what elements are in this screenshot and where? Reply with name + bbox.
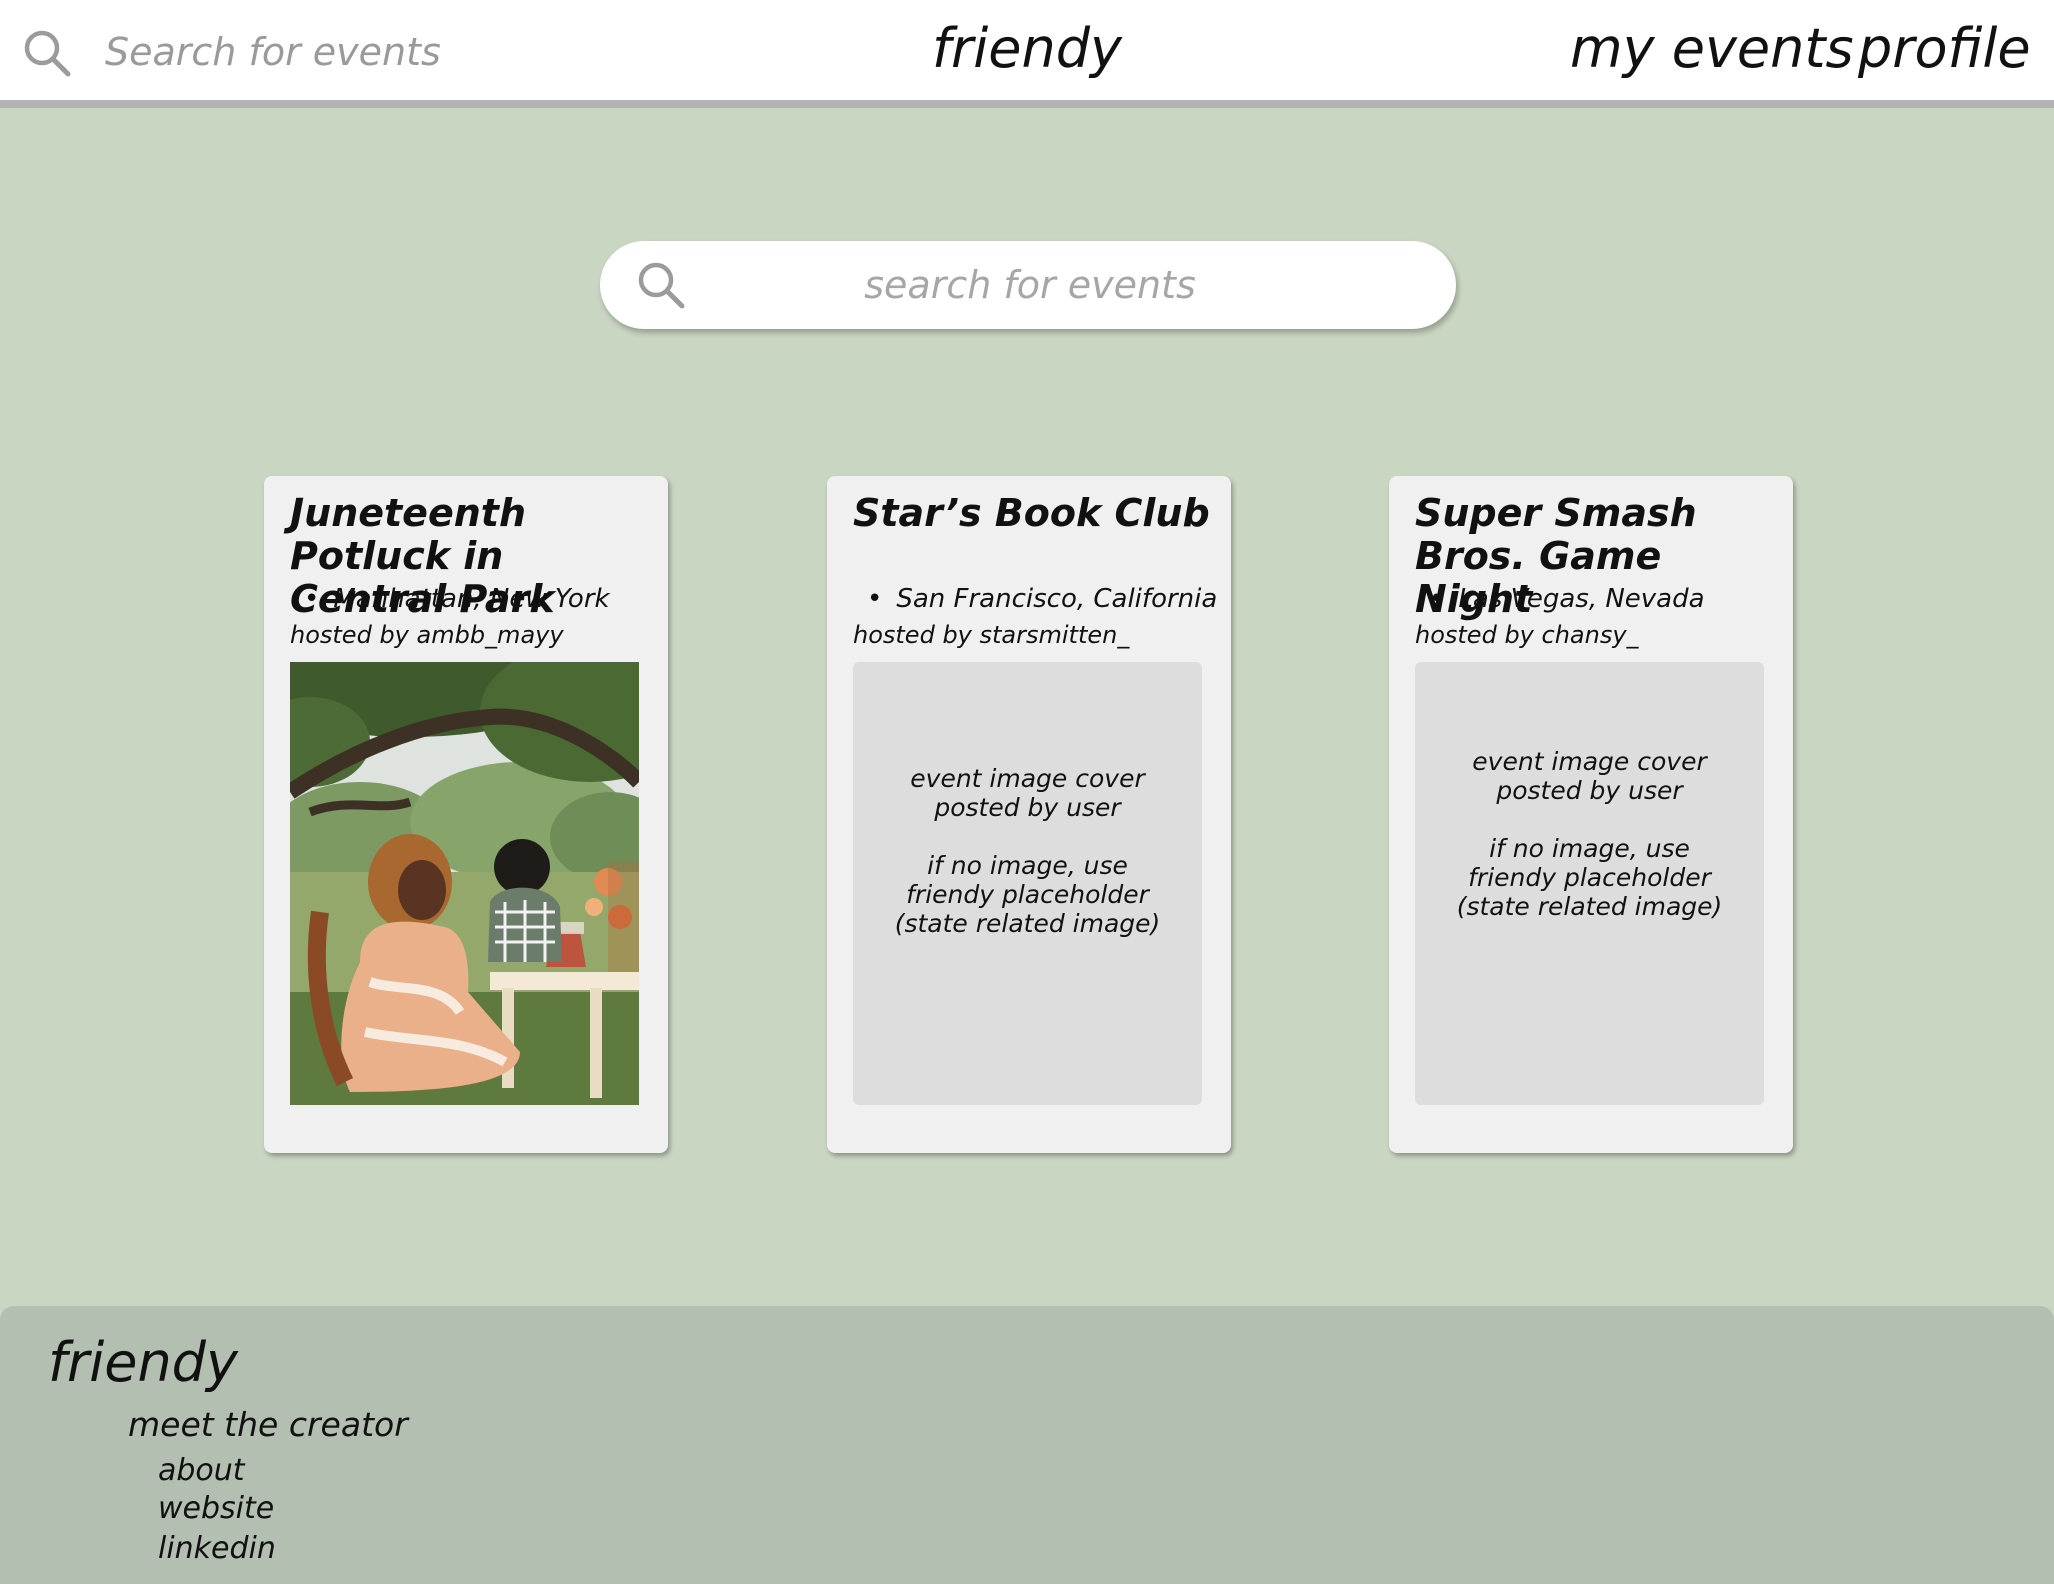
footer-link-website[interactable]: website — [158, 1490, 274, 1528]
top-nav-bar: friendy my events profile — [0, 0, 2054, 108]
event-cover-placeholder: event image cover posted by user if no i… — [853, 662, 1202, 1105]
event-location: • Las Vegas, Nevada — [1429, 582, 1789, 616]
bullet-icon: • — [867, 584, 883, 614]
bullet-icon: • — [304, 584, 320, 614]
footer: friendy meet the creator about website l… — [0, 1306, 2054, 1584]
event-location-text: Manhattan, New York — [333, 584, 610, 614]
event-host: hosted by chansy_ — [1415, 621, 1639, 649]
event-location-text: Las Vegas, Nevada — [1458, 584, 1705, 614]
search-icon[interactable] — [22, 28, 72, 78]
event-location: • Manhattan, New York — [304, 582, 664, 616]
placeholder-text: event image cover posted by user if no i… — [1456, 747, 1723, 921]
footer-link-linkedin[interactable]: linkedin — [158, 1530, 276, 1568]
event-host: hosted by ambb_mayy — [290, 621, 564, 649]
hero-search-input[interactable] — [710, 257, 1350, 313]
brand-logo-text[interactable]: friendy — [932, 17, 1122, 80]
event-card[interactable]: Super Smash Bros. Game Night • Las Vegas,… — [1389, 476, 1793, 1153]
event-location-text: San Francisco, California — [896, 584, 1218, 614]
event-card[interactable]: Star’s Book Club • San Francisco, Califor… — [827, 476, 1231, 1153]
event-host: hosted by starsmitten_ — [853, 621, 1130, 649]
bullet-icon: • — [1429, 584, 1445, 614]
event-card[interactable]: Juneteenth Potluck in Central Park • Manh… — [264, 476, 668, 1153]
nav-my-events-link[interactable]: my events — [1570, 14, 1854, 84]
hero-search-bar[interactable] — [600, 241, 1456, 329]
event-cover-image — [290, 662, 639, 1105]
nav-profile-link[interactable]: profile — [1858, 14, 2031, 84]
picnic-photo — [290, 662, 639, 1105]
placeholder-text: event image cover posted by user if no i… — [894, 764, 1161, 938]
header-search-input[interactable] — [105, 26, 525, 78]
event-cover-placeholder: event image cover posted by user if no i… — [1415, 662, 1764, 1105]
event-title: Star’s Book Club — [853, 491, 1210, 535]
footer-heading: meet the creator — [128, 1405, 408, 1444]
footer-link-about[interactable]: about — [158, 1452, 245, 1490]
event-location: • San Francisco, California — [867, 582, 1227, 616]
search-icon[interactable] — [636, 260, 686, 310]
footer-brand: friendy — [48, 1331, 238, 1394]
